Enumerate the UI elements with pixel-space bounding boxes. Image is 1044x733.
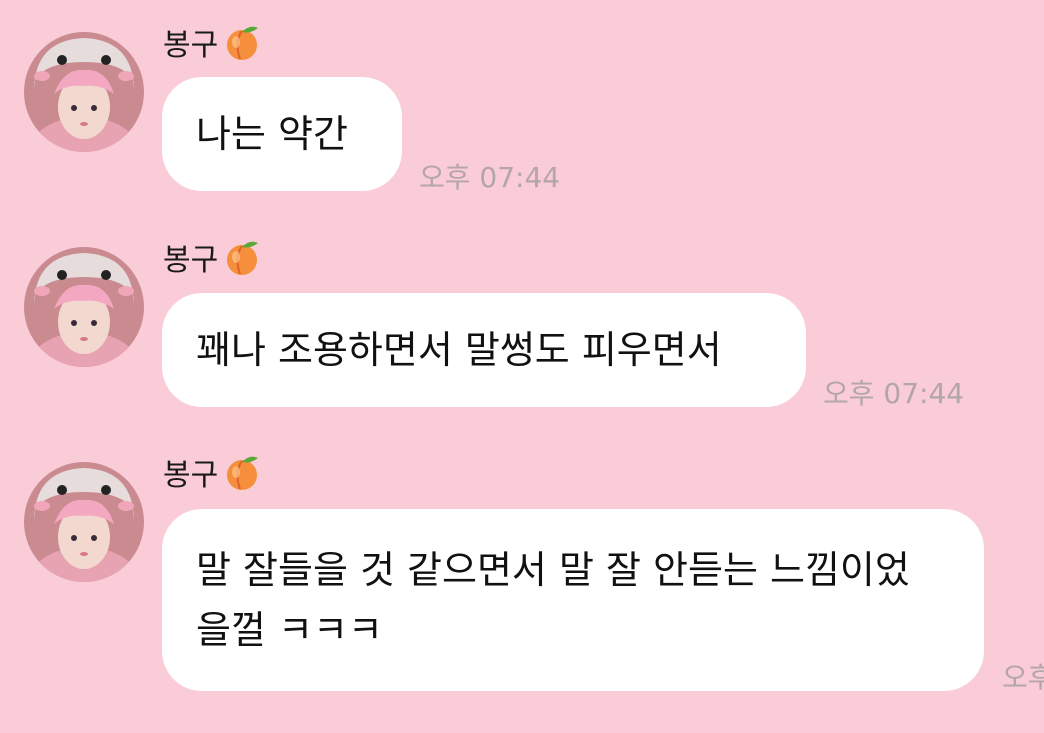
peach-icon <box>222 237 262 277</box>
avatar-image <box>24 462 144 582</box>
avatar-image <box>24 247 144 367</box>
message-row: 봉구 말 잘들을 것 같으면서 말 잘 안듣는 느낌이었 을껄 ㅋㅋㅋ 오후 <box>0 430 1044 733</box>
avatar[interactable] <box>24 247 144 367</box>
message-timestamp: 오후 07:44 <box>823 377 965 410</box>
message-timestamp: 오후 <box>1002 661 1044 694</box>
avatar-image <box>24 32 144 152</box>
sender-label: 봉구 <box>163 28 219 63</box>
message-bubble: 꽤나 조용하면서 말썽도 피우면서 <box>162 293 806 407</box>
sender-label: 봉구 <box>163 243 219 278</box>
sender-name: 봉구 <box>163 235 262 279</box>
message-row: 봉구 꽤나 조용하면서 말썽도 피우면서 오후 07:44 <box>0 215 1044 415</box>
message-timestamp: 오후 07:44 <box>419 161 561 194</box>
avatar[interactable] <box>24 462 144 582</box>
avatar[interactable] <box>24 32 144 152</box>
message-bubble: 나는 약간 <box>162 77 402 191</box>
sender-label: 봉구 <box>163 458 219 493</box>
peach-icon <box>222 452 262 492</box>
message-bubble: 말 잘들을 것 같으면서 말 잘 안듣는 느낌이었 을껄 ㅋㅋㅋ <box>162 509 984 691</box>
peach-icon <box>222 22 262 62</box>
message-row: 봉구 나는 약간 오후 07:44 <box>0 0 1044 200</box>
sender-name: 봉구 <box>163 20 262 64</box>
sender-name: 봉구 <box>163 450 262 494</box>
